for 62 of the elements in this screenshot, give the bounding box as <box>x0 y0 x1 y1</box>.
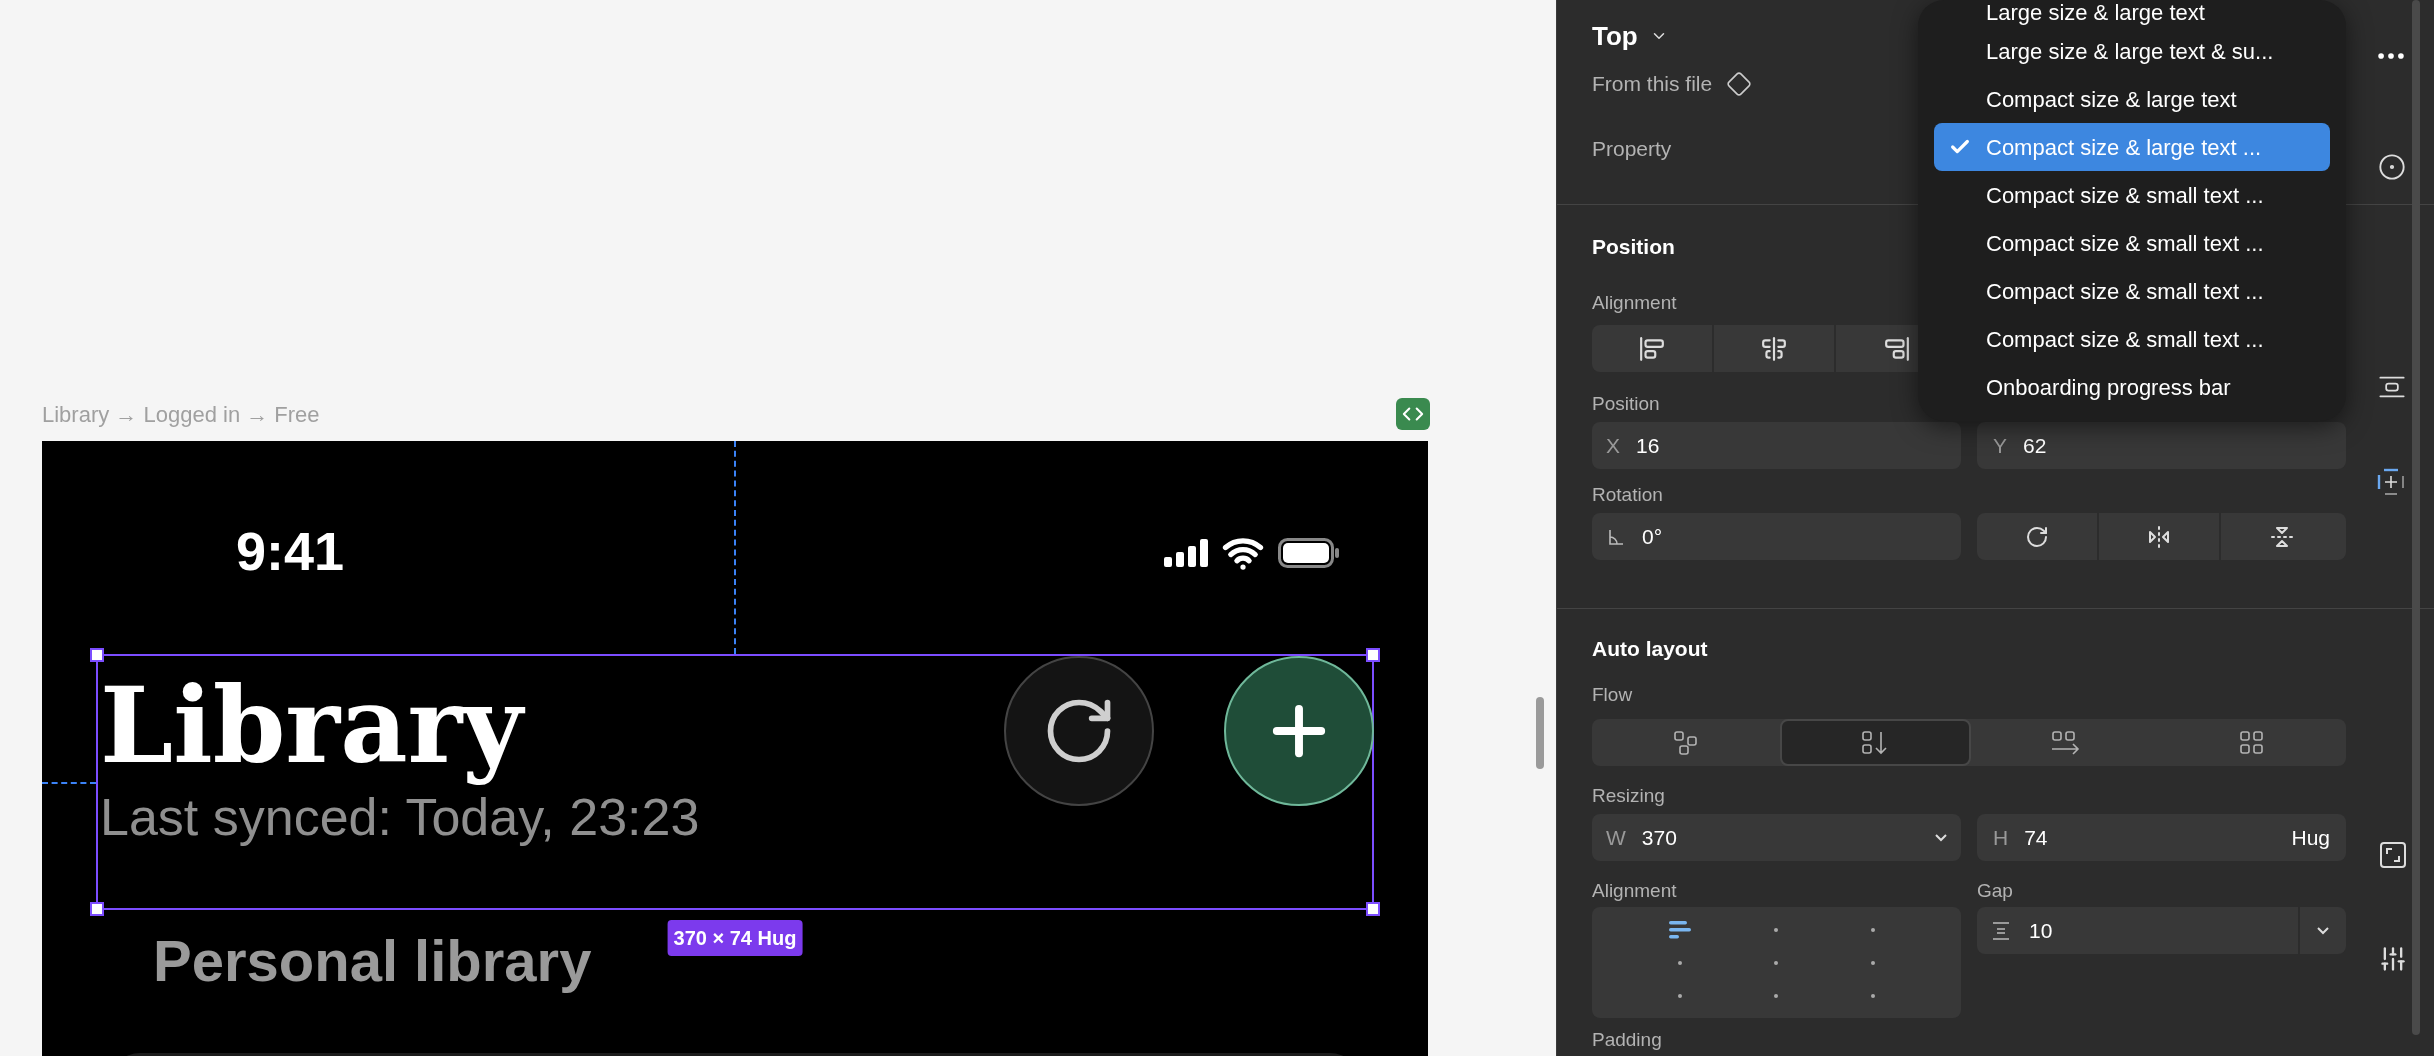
menu-item[interactable]: Compact size & large text ... <box>1934 123 2330 171</box>
free-layout-icon <box>1672 729 1699 756</box>
menu-item[interactable]: Compact size & small text ... <box>1934 267 2330 315</box>
menu-item[interactable]: Compact size & small text ... <box>1934 171 2330 219</box>
chevron-down-icon <box>2317 926 2329 935</box>
resize-handle[interactable] <box>90 648 104 662</box>
frame-breadcrumb: Library → Logged in → Free <box>42 400 320 429</box>
grid-layout-icon <box>2239 729 2266 756</box>
flip-vertical-icon <box>2270 524 2294 549</box>
angle-icon <box>1608 528 1624 545</box>
gap-input[interactable]: 10 <box>1977 907 2346 954</box>
section-heading: Auto layout <box>1592 636 1708 661</box>
menu-item[interactable]: Large size & large text <box>1934 0 2330 27</box>
resize-handle[interactable] <box>1366 648 1380 662</box>
field-label: Position <box>1592 392 1660 416</box>
gap-icon <box>1991 920 2011 941</box>
field-label: Rotation <box>1592 483 1663 507</box>
flip-horizontal-icon <box>2147 524 2171 549</box>
menu-item[interactable]: Compact size & small text ... <box>1934 219 2330 267</box>
resize-handle[interactable] <box>90 902 104 916</box>
align-center-icon <box>1761 335 1787 362</box>
rotate-icon <box>2025 524 2049 549</box>
code-badge[interactable] <box>1396 398 1430 430</box>
status-time: 9:41 <box>236 524 345 578</box>
resize-to-fit-icon[interactable] <box>2379 841 2407 869</box>
resize-handle <box>1536 697 1544 769</box>
field-label: Alignment <box>1592 291 1677 315</box>
resize-handle[interactable] <box>1366 902 1380 916</box>
menu-item[interactable]: Compact size & small text ... <box>1934 315 2330 363</box>
signal-icon <box>1164 539 1208 567</box>
rotation-input[interactable]: 0° <box>1592 513 1961 560</box>
chevron-down-icon <box>1935 833 1947 842</box>
section-heading: Position <box>1592 234 1675 259</box>
field-label: Alignment <box>1592 879 1677 903</box>
component-icon <box>1726 71 1753 97</box>
height-input[interactable]: H 74 Hug <box>1977 814 2346 861</box>
menu-item[interactable]: Compact size & large text <box>1934 75 2330 123</box>
detach-icon[interactable] <box>2378 153 2406 181</box>
align-right-icon <box>1884 335 1910 362</box>
instance-name[interactable]: Top <box>1592 16 1638 56</box>
last-synced-text: Last synced: Today, 23:23 <box>100 788 700 846</box>
field-label: Resizing <box>1592 784 1665 808</box>
field-label: Gap <box>1977 879 2013 903</box>
property-label: Property <box>1592 136 1672 162</box>
menu-item[interactable]: Large size & large text & su... <box>1934 27 2330 75</box>
width-input[interactable]: W 370 <box>1592 814 1961 861</box>
battery-icon <box>1278 538 1340 568</box>
advanced-settings-icon[interactable] <box>2379 945 2407 973</box>
alignment-selected-icon[interactable] <box>1669 920 1692 939</box>
source-text: From this file <box>1592 71 1713 98</box>
menu-item[interactable]: Onboarding progress bar <box>1934 363 2330 411</box>
field-label: Flow <box>1592 683 1633 707</box>
horizontal-layout-icon <box>2049 729 2080 756</box>
y-input[interactable]: Y 62 <box>1977 422 2346 469</box>
guide-line <box>42 782 96 784</box>
vertical-layout-icon <box>1861 729 1890 756</box>
x-input[interactable]: X 16 <box>1592 422 1961 469</box>
size-label: 370 × 74 Hug <box>667 920 803 956</box>
section-heading: Personal library <box>153 928 592 993</box>
align-left-icon <box>1639 335 1665 362</box>
field-label: Padding <box>1592 1028 1662 1052</box>
constraints-icon[interactable] <box>2376 467 2406 497</box>
